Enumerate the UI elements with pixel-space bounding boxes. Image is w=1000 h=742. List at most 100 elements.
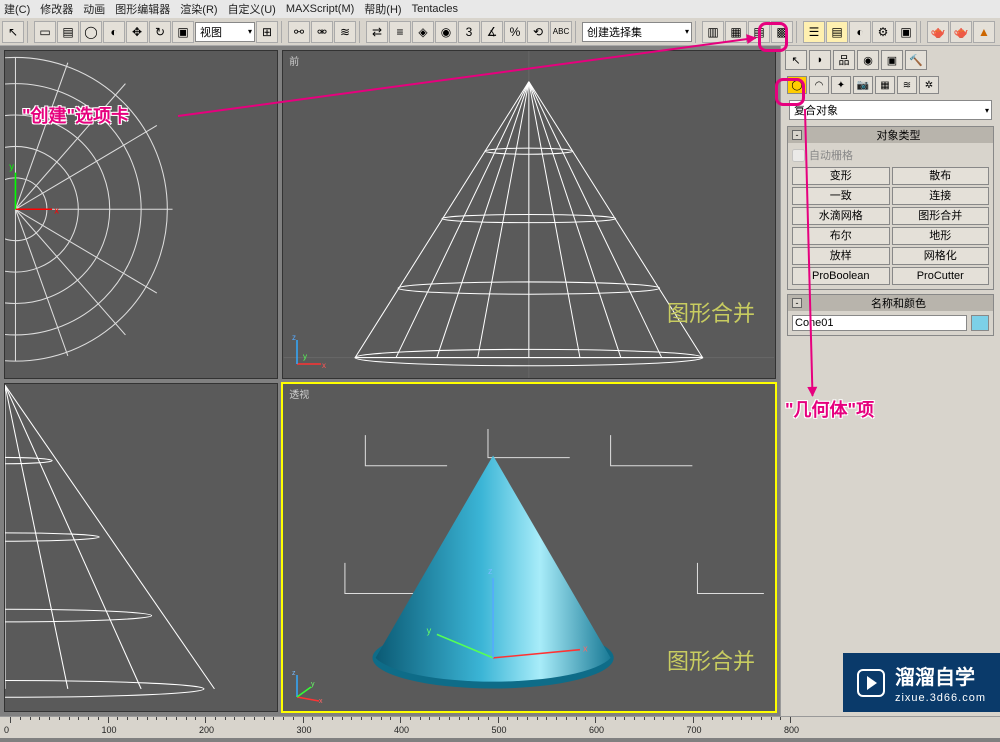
btn-boolean[interactable]: 布尔 bbox=[792, 227, 890, 245]
btn-loft[interactable]: 放样 bbox=[792, 247, 890, 265]
cursor-tool[interactable]: ↖ bbox=[2, 21, 24, 43]
play-icon bbox=[857, 669, 885, 697]
menu-bar: 建(C) 修改器 动画 图形编辑器 渲染(R) 自定义(U) MAXScript… bbox=[0, 0, 1000, 18]
btn-connect[interactable]: 连接 bbox=[892, 187, 990, 205]
rotate-tool[interactable]: ↻ bbox=[149, 21, 171, 43]
layer-mgr[interactable]: ☰ bbox=[803, 21, 825, 43]
menu-item[interactable]: MAXScript(M) bbox=[286, 3, 354, 15]
snap-angle[interactable]: ∡ bbox=[481, 21, 503, 43]
left-wireframe bbox=[5, 384, 277, 711]
category-dropdown[interactable]: 复合对象 bbox=[789, 100, 992, 120]
menu-item[interactable]: 建(C) bbox=[4, 1, 30, 17]
snap-spinner[interactable]: ⟲ bbox=[527, 21, 549, 43]
branding-title: 溜溜自学 bbox=[895, 661, 986, 690]
teapot-render[interactable]: 🫖 bbox=[927, 21, 949, 43]
align-btn[interactable]: ▦ bbox=[725, 21, 747, 43]
geometry-subtab[interactable]: ◯ bbox=[787, 76, 807, 94]
viewport-top-left[interactable]: x y bbox=[4, 50, 278, 379]
select-paint-tool[interactable]: ◐ bbox=[103, 21, 125, 43]
unlink[interactable]: ⚮ bbox=[311, 21, 333, 43]
viewport-label: 前 bbox=[289, 53, 299, 68]
svg-text:x: x bbox=[319, 698, 323, 705]
material-editor[interactable]: ◐ bbox=[849, 21, 871, 43]
btn-procutter[interactable]: ProCutter bbox=[892, 267, 990, 285]
rollout-title: 名称和颜色 bbox=[808, 295, 989, 311]
modify-tab[interactable]: ◗ bbox=[809, 50, 831, 70]
btn-scatter[interactable]: 散布 bbox=[892, 167, 990, 185]
select-lasso-tool[interactable]: ◯ bbox=[80, 21, 102, 43]
selset-dropdown[interactable]: 创建选择集 bbox=[582, 22, 692, 42]
select-name-tool[interactable]: ▤ bbox=[57, 21, 79, 43]
menu-item[interactable]: 图形编辑器 bbox=[115, 1, 170, 17]
main-toolbar: ↖ ▭ ▤ ◯ ◐ ✥ ↻ ▣ 视图 ⊞ ⚯ ⚮ ≋ ⇄ ≡ ◈ ◉ 3 ∡ %… bbox=[0, 18, 1000, 46]
coord-dropdown[interactable]: 视图 bbox=[195, 22, 255, 42]
viewport-left[interactable] bbox=[4, 383, 278, 712]
btn-proboolean[interactable]: ProBoolean bbox=[792, 267, 890, 285]
svg-text:z: z bbox=[292, 333, 296, 342]
viewport-front[interactable]: 前 bbox=[282, 50, 776, 379]
menu-item[interactable]: 动画 bbox=[83, 1, 105, 17]
render-setup[interactable]: ⚙ bbox=[872, 21, 894, 43]
toggle-tool-a[interactable]: ◈ bbox=[412, 21, 434, 43]
snap-percent[interactable]: % bbox=[504, 21, 526, 43]
object-name-input[interactable] bbox=[792, 315, 967, 331]
text-abc[interactable]: ABC bbox=[550, 21, 572, 43]
helpers-subtab[interactable]: ▦ bbox=[875, 76, 895, 94]
time-ruler[interactable]: 0100200300400500600700800 bbox=[0, 716, 1000, 738]
create-tab[interactable]: ↖ bbox=[785, 50, 807, 70]
rollout-header[interactable]: - 对象类型 bbox=[788, 127, 993, 143]
utilities-tab[interactable]: 🔨 bbox=[905, 50, 927, 70]
branding-badge: 溜溜自学 zixue.3d66.com bbox=[843, 653, 1000, 712]
schema-view[interactable]: ▩ bbox=[771, 21, 793, 43]
display-tab[interactable]: ▣ bbox=[881, 50, 903, 70]
viewport-perspective[interactable]: 透视 bbox=[282, 383, 776, 712]
quick-render[interactable]: ▲ bbox=[973, 21, 995, 43]
btn-morph[interactable]: 变形 bbox=[792, 167, 890, 185]
svg-text:z: z bbox=[292, 670, 296, 677]
btn-blobmesh[interactable]: 水滴网格 bbox=[792, 207, 890, 225]
select-rect-tool[interactable]: ▭ bbox=[34, 21, 56, 43]
render-frame[interactable]: ▣ bbox=[895, 21, 917, 43]
btn-mesher[interactable]: 网格化 bbox=[892, 247, 990, 265]
curve-editor[interactable]: ▤ bbox=[826, 21, 848, 43]
snap-3d[interactable]: 3 bbox=[458, 21, 480, 43]
watermark: 图形合并 bbox=[667, 296, 755, 328]
layers-btn[interactable]: ▤ bbox=[748, 21, 770, 43]
svg-text:x: x bbox=[583, 644, 588, 654]
hierarchy-tab[interactable]: 品 bbox=[833, 50, 855, 70]
mirror-btn[interactable]: ▥ bbox=[702, 21, 724, 43]
toggle-tool-b[interactable]: ◉ bbox=[435, 21, 457, 43]
axis-tool[interactable]: ⊞ bbox=[256, 21, 278, 43]
menu-item[interactable]: 帮助(H) bbox=[364, 1, 401, 17]
command-panel: ↖ ◗ 品 ◉ ▣ 🔨 ◯ ◠ ✦ 📷 ▦ ≋ ✲ 复合对象 - 对象类型 bbox=[780, 46, 1000, 716]
lights-subtab[interactable]: ✦ bbox=[831, 76, 851, 94]
branding-url: zixue.3d66.com bbox=[895, 692, 986, 704]
motion-tab[interactable]: ◉ bbox=[857, 50, 879, 70]
cameras-subtab[interactable]: 📷 bbox=[853, 76, 873, 94]
menu-item[interactable]: 渲染(R) bbox=[180, 1, 217, 17]
teapot-render2[interactable]: 🫖 bbox=[950, 21, 972, 43]
shapes-subtab[interactable]: ◠ bbox=[809, 76, 829, 94]
rollout-name-color: - 名称和颜色 bbox=[787, 294, 994, 336]
align-tool[interactable]: ≡ bbox=[389, 21, 411, 43]
svg-text:y: y bbox=[9, 160, 14, 171]
menu-item[interactable]: 修改器 bbox=[40, 1, 73, 17]
autogrid-label: 自动栅格 bbox=[809, 147, 853, 163]
svg-text:x: x bbox=[322, 361, 326, 370]
mirror-tool[interactable]: ⇄ bbox=[366, 21, 388, 43]
menu-item[interactable]: 自定义(U) bbox=[228, 1, 276, 17]
btn-shapemerge[interactable]: 图形合并 bbox=[892, 207, 990, 225]
btn-terrain[interactable]: 地形 bbox=[892, 227, 990, 245]
menu-item[interactable]: Tentacles bbox=[412, 3, 458, 15]
move-tool[interactable]: ✥ bbox=[126, 21, 148, 43]
scale-tool[interactable]: ▣ bbox=[172, 21, 194, 43]
color-swatch[interactable] bbox=[971, 315, 989, 331]
btn-conform[interactable]: 一致 bbox=[792, 187, 890, 205]
spacewarps-subtab[interactable]: ≋ bbox=[897, 76, 917, 94]
select-link[interactable]: ⚯ bbox=[288, 21, 310, 43]
rollout-header[interactable]: - 名称和颜色 bbox=[788, 295, 993, 311]
svg-text:y: y bbox=[427, 625, 432, 635]
systems-subtab[interactable]: ✲ bbox=[919, 76, 939, 94]
rollout-title: 对象类型 bbox=[808, 127, 989, 143]
bind-space-warp[interactable]: ≋ bbox=[334, 21, 356, 43]
